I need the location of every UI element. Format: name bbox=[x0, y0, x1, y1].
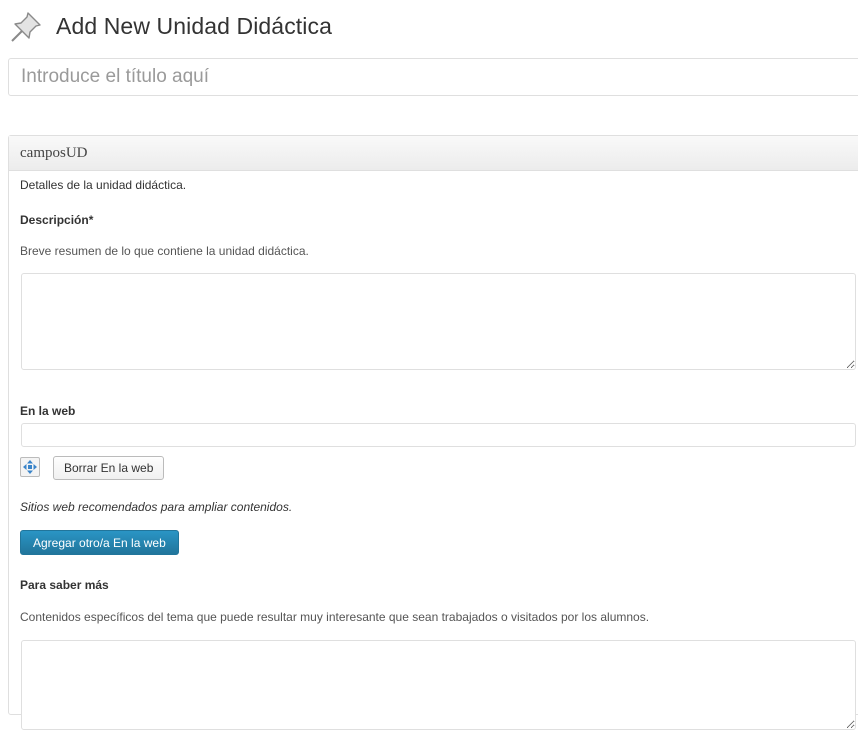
metabox-intro: Detalles de la unidad didáctica. bbox=[20, 178, 187, 192]
para-saber-mas-textarea[interactable] bbox=[21, 640, 856, 730]
descripcion-help: Breve resumen de lo que contiene la unid… bbox=[20, 244, 309, 258]
para-saber-mas-label: Para saber más bbox=[20, 578, 109, 592]
metabox-header[interactable]: camposUD bbox=[9, 136, 858, 171]
pin-icon bbox=[8, 7, 46, 45]
en-la-web-help: Sitios web recomendados para ampliar con… bbox=[20, 500, 293, 514]
metabox-camposud: camposUD Detalles de la unidad didáctica… bbox=[8, 135, 858, 730]
para-saber-mas-help: Contenidos específicos del tema que pued… bbox=[20, 610, 650, 624]
page-title: Add New Unidad Didáctica bbox=[56, 12, 332, 39]
descripcion-textarea[interactable] bbox=[21, 273, 856, 370]
post-title-input[interactable] bbox=[8, 58, 858, 96]
move-handle-icon[interactable] bbox=[20, 457, 40, 477]
page-header: Add New Unidad Didáctica bbox=[8, 6, 332, 46]
en-la-web-input[interactable] bbox=[21, 423, 856, 447]
add-en-la-web-button[interactable]: Agregar otro/a En la web bbox=[20, 530, 179, 555]
metabox-title: camposUD bbox=[20, 144, 88, 161]
descripcion-label: Descripción* bbox=[20, 213, 94, 227]
delete-en-la-web-button[interactable]: Borrar En la web bbox=[53, 456, 165, 480]
en-la-web-label: En la web bbox=[20, 404, 76, 418]
